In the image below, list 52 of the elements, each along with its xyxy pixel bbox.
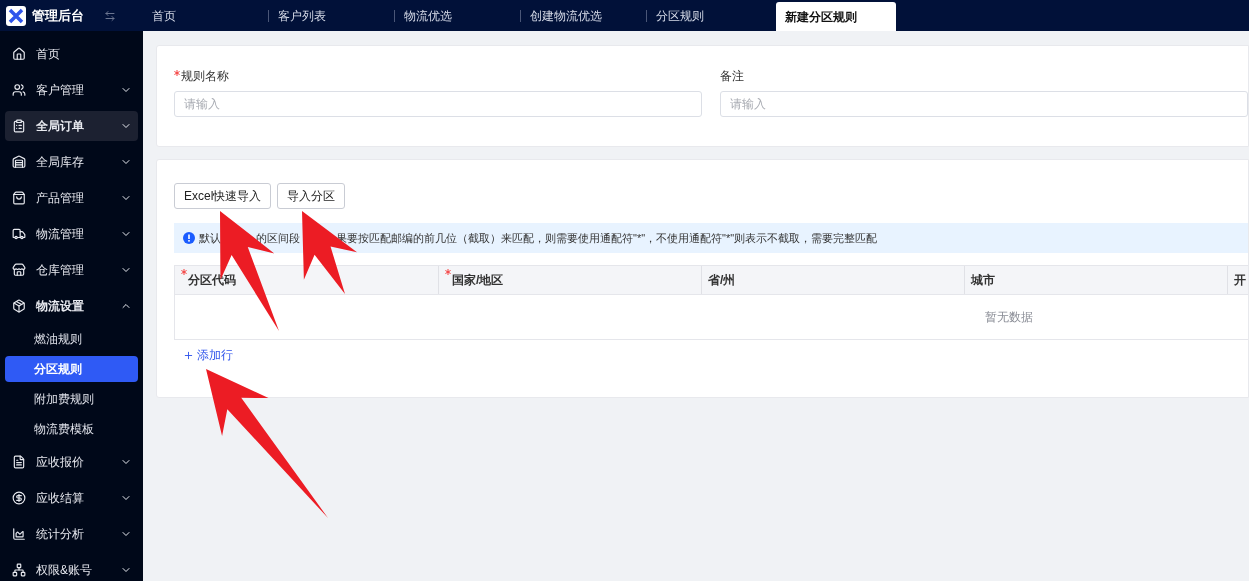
text-input[interactable]: 请输入 bbox=[720, 91, 1248, 117]
import-button[interactable]: Excel快速导入 bbox=[174, 183, 272, 209]
column-header: 开 bbox=[1234, 272, 1246, 289]
sidebar-item[interactable]: 首页 bbox=[5, 39, 138, 69]
sidebar-item[interactable]: 物流设置 bbox=[5, 291, 138, 321]
sidebar-item[interactable]: 权限&账号 bbox=[5, 555, 138, 581]
sidebar-item[interactable]: 统计分析 bbox=[5, 519, 138, 549]
dollar-icon bbox=[12, 491, 26, 505]
info-icon bbox=[183, 232, 195, 244]
logo-icon bbox=[6, 5, 26, 26]
add-row-link[interactable]: 添加行 bbox=[183, 346, 233, 364]
import-button[interactable]: 导入分区 bbox=[277, 183, 346, 209]
app-title: 管理后台 bbox=[32, 6, 84, 25]
column-header: 城市 bbox=[971, 272, 995, 289]
page-tab[interactable]: 新建分区规则 bbox=[776, 2, 896, 31]
users-icon bbox=[12, 83, 26, 97]
sidebar-item[interactable]: 应收结算 bbox=[5, 483, 138, 513]
truck-icon bbox=[12, 227, 26, 241]
column-header: 省/州 bbox=[708, 272, 736, 289]
home-icon bbox=[12, 47, 26, 61]
field-label: 备注 bbox=[720, 68, 744, 85]
package-icon bbox=[12, 299, 26, 313]
page-tab[interactable]: 客户列表 bbox=[269, 0, 394, 31]
collapse-icon bbox=[104, 9, 116, 22]
sidebar-item[interactable]: 仓库管理 bbox=[5, 255, 138, 285]
sidebar-item[interactable]: 全局订单 bbox=[5, 111, 138, 141]
submenu-item[interactable]: 附加费规则 bbox=[5, 386, 138, 412]
page-tab[interactable]: 创建物流优选 bbox=[521, 0, 646, 31]
column-header: 分区代码 bbox=[188, 272, 236, 289]
field-label: 规则名称 bbox=[181, 68, 229, 85]
sidebar-item[interactable]: 应收报价 bbox=[5, 447, 138, 477]
submenu-item[interactable]: 燃油规则 bbox=[5, 326, 138, 352]
plus-icon bbox=[183, 349, 194, 361]
sidebar-item[interactable]: 产品管理 bbox=[5, 183, 138, 213]
page-tab[interactable]: 分区规则 bbox=[647, 0, 772, 31]
page-tab[interactable]: 首页 bbox=[143, 0, 268, 31]
bag-icon bbox=[12, 191, 26, 205]
document-icon bbox=[12, 455, 26, 469]
page-tab[interactable]: 物流优选 bbox=[395, 0, 520, 31]
submenu-item[interactable]: 分区规则 bbox=[5, 356, 138, 382]
clipboard-icon bbox=[12, 119, 26, 133]
sidebar-item[interactable]: 客户管理 bbox=[5, 75, 138, 105]
hierarchy-icon bbox=[12, 563, 26, 577]
store-icon bbox=[12, 263, 26, 277]
sidebar-item[interactable]: 全局库存 bbox=[5, 147, 138, 177]
chart-icon bbox=[12, 527, 26, 541]
submenu-item[interactable]: 物流费模板 bbox=[5, 416, 138, 442]
column-header: 国家/地区 bbox=[452, 272, 504, 289]
text-input[interactable]: 请输入 bbox=[174, 91, 702, 117]
empty-state-text: 暂无数据 bbox=[985, 309, 1033, 326]
warehouse-icon bbox=[12, 155, 26, 169]
sidebar-item[interactable]: 物流管理 bbox=[5, 219, 138, 249]
